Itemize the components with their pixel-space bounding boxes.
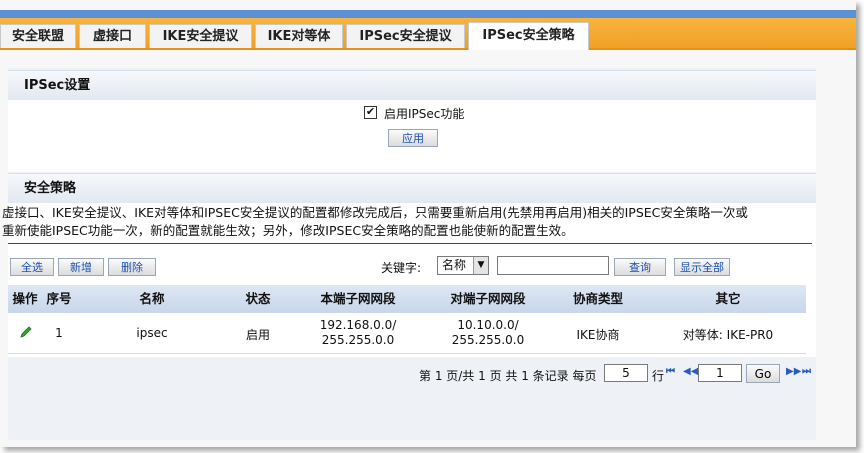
row-seq: 1 — [55, 326, 63, 340]
col-local-subnet: 本端子网网段 — [320, 291, 396, 306]
col-remote-subnet: 对端子网网段 — [450, 291, 526, 306]
remote-subnet-line-1: 10.10.0.0/ — [457, 318, 519, 332]
go-button[interactable]: Go — [746, 364, 780, 383]
col-other: 其它 — [715, 291, 741, 306]
ipsec-settings-header: IPSec设置 — [8, 70, 816, 101]
col-action: 操作 — [12, 291, 38, 306]
tab-virtual-interface[interactable]: 虚接口 — [79, 24, 146, 48]
tab-security-alliance[interactable]: 安全联盟 — [0, 24, 76, 48]
tab-ike-proposal[interactable]: IKE安全提议 — [149, 24, 252, 48]
tab-bar: 安全联盟 虚接口 IKE安全提议 IKE对等体 IPSec安全提议 IPSec安… — [0, 18, 856, 50]
col-nego-type: 协商类型 — [572, 291, 623, 306]
select-all-button[interactable]: 全选 — [10, 258, 54, 276]
keyword-label: 关键字: — [381, 261, 422, 275]
keyword-field-value: 名称 — [442, 258, 467, 272]
row-remote-subnet: 10.10.0.0/ 255.255.0.0 — [428, 318, 548, 348]
apply-button[interactable]: 应用 — [388, 129, 438, 147]
col-seq: 序号 — [46, 291, 72, 306]
row-nego-type: IKE协商 — [576, 328, 620, 342]
enable-ipsec-label: 启用IPSec功能 — [384, 107, 465, 121]
remote-subnet-line-2: 255.255.0.0 — [451, 333, 525, 347]
row-other: 对等体: IKE-PR0 — [682, 328, 774, 342]
local-subnet-line-1: 192.168.0.0/ — [319, 318, 397, 332]
row-status: 启用 — [245, 328, 270, 342]
col-name: 名称 — [139, 291, 165, 306]
col-status: 状态 — [245, 291, 271, 306]
add-button[interactable]: 新增 — [58, 258, 104, 276]
policy-header: 安全策略 — [8, 173, 816, 204]
next-page-icon[interactable]: ▶▶ — [786, 366, 801, 377]
chevron-down-icon: ▼ — [473, 257, 488, 274]
local-subnet-line-2: 255.255.0.0 — [321, 333, 395, 347]
tab-ike-peer[interactable]: IKE对等体 — [255, 24, 343, 48]
tab-ipsec-proposal[interactable]: IPSec安全提议 — [346, 24, 465, 48]
policy-description: 虚接口、IKE安全提议、IKE对等体和IPSEC安全提议的配置都修改完成后，只需… — [2, 204, 808, 240]
last-page-icon[interactable]: ⏭ — [802, 366, 811, 377]
show-all-button[interactable]: 显示全部 — [674, 258, 730, 276]
table-row: 1 ipsec 启用 192.168.0.0/ 255.255.0.0 10.1… — [8, 313, 806, 354]
pager-rows-label: 行 — [652, 369, 665, 383]
table-header: 操作 序号 名称 状态 本端子网网段 对端子网网段 协商类型 其它 — [8, 285, 806, 313]
first-page-icon[interactable]: ⏮ — [666, 366, 675, 377]
enable-ipsec-checkbox[interactable]: ✔ — [364, 106, 377, 119]
page-input[interactable]: 1 — [698, 364, 742, 382]
keyword-input[interactable] — [497, 256, 609, 275]
row-local-subnet: 192.168.0.0/ 255.255.0.0 — [298, 318, 418, 348]
tab-ipsec-policy[interactable]: IPSec安全策略 — [468, 22, 589, 50]
pager-info: 第 1 页/共 1 页 共 1 条记录 每页 — [419, 369, 597, 383]
description-line-1: 虚接口、IKE安全提议、IKE对等体和IPSEC安全提议的配置都修改完成后，只需… — [2, 205, 748, 220]
per-page-input[interactable]: 5 — [604, 364, 648, 382]
edit-icon[interactable] — [18, 325, 34, 342]
row-name: ipsec — [136, 326, 168, 340]
delete-button[interactable]: 删除 — [108, 258, 156, 276]
top-accent-bar — [0, 10, 856, 18]
keyword-field-select[interactable]: 名称 ▼ — [437, 256, 489, 275]
search-button[interactable]: 查询 — [614, 258, 666, 276]
divider — [8, 243, 812, 244]
prev-page-icon[interactable]: ◀◀ — [683, 366, 698, 377]
description-line-2: 重新使能IPSEC功能一次，新的配置就能生效；另外，修改IPSEC安全策略的配置… — [2, 223, 574, 238]
